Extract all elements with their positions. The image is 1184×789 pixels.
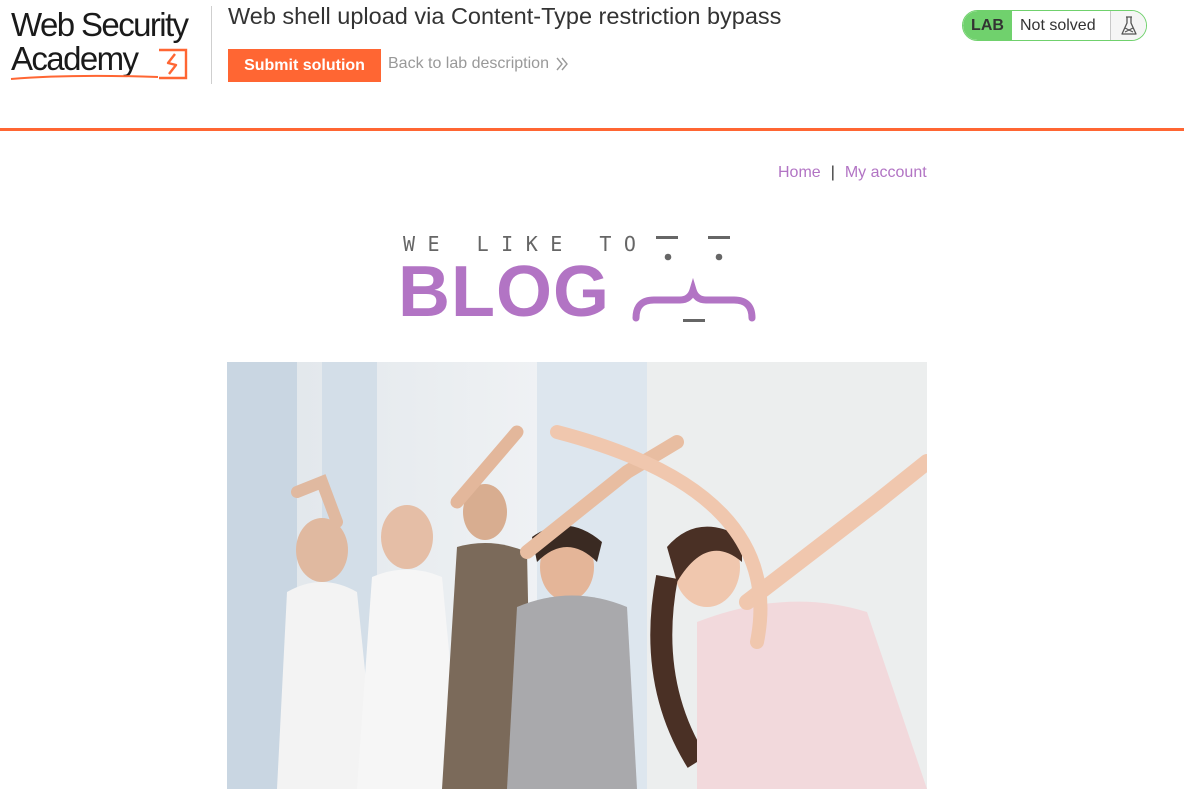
fitness-class-photo-icon — [227, 362, 927, 789]
lab-flask-icon — [1110, 11, 1146, 40]
logo-text-line2: Academy — [11, 40, 139, 77]
lab-status-widget: LAB Not solved — [962, 10, 1147, 41]
lab-title: Web shell upload via Content-Type restri… — [228, 3, 782, 29]
submit-solution-button[interactable]: Submit solution — [228, 49, 381, 82]
logo-lightning-icon — [159, 48, 188, 80]
home-link[interactable]: Home — [778, 164, 821, 181]
my-account-link[interactable]: My account — [845, 164, 927, 181]
back-link-label: Back to lab description — [388, 55, 549, 72]
web-security-academy-logo[interactable]: Web Security Academy — [8, 6, 212, 84]
double-chevron-right-icon — [556, 57, 568, 71]
top-navigation: Home | My account — [778, 163, 927, 183]
back-to-lab-description-link[interactable]: Back to lab description — [388, 55, 568, 73]
blog-hero-image[interactable] — [227, 362, 927, 789]
academy-header: Web Security Academy Web shell upload vi… — [0, 0, 1184, 131]
blog-brand-word: BLOG — [398, 252, 610, 332]
logo-underline-icon — [10, 74, 159, 80]
lab-badge: LAB — [963, 11, 1012, 40]
lab-status-text: Not solved — [1020, 16, 1096, 34]
nav-separator: | — [830, 164, 835, 181]
logo-text-line1: Web Security — [11, 6, 189, 43]
blog-banner: WE LIKE TO BLOG — [398, 230, 758, 330]
curly-brace-face-icon — [632, 236, 756, 322]
